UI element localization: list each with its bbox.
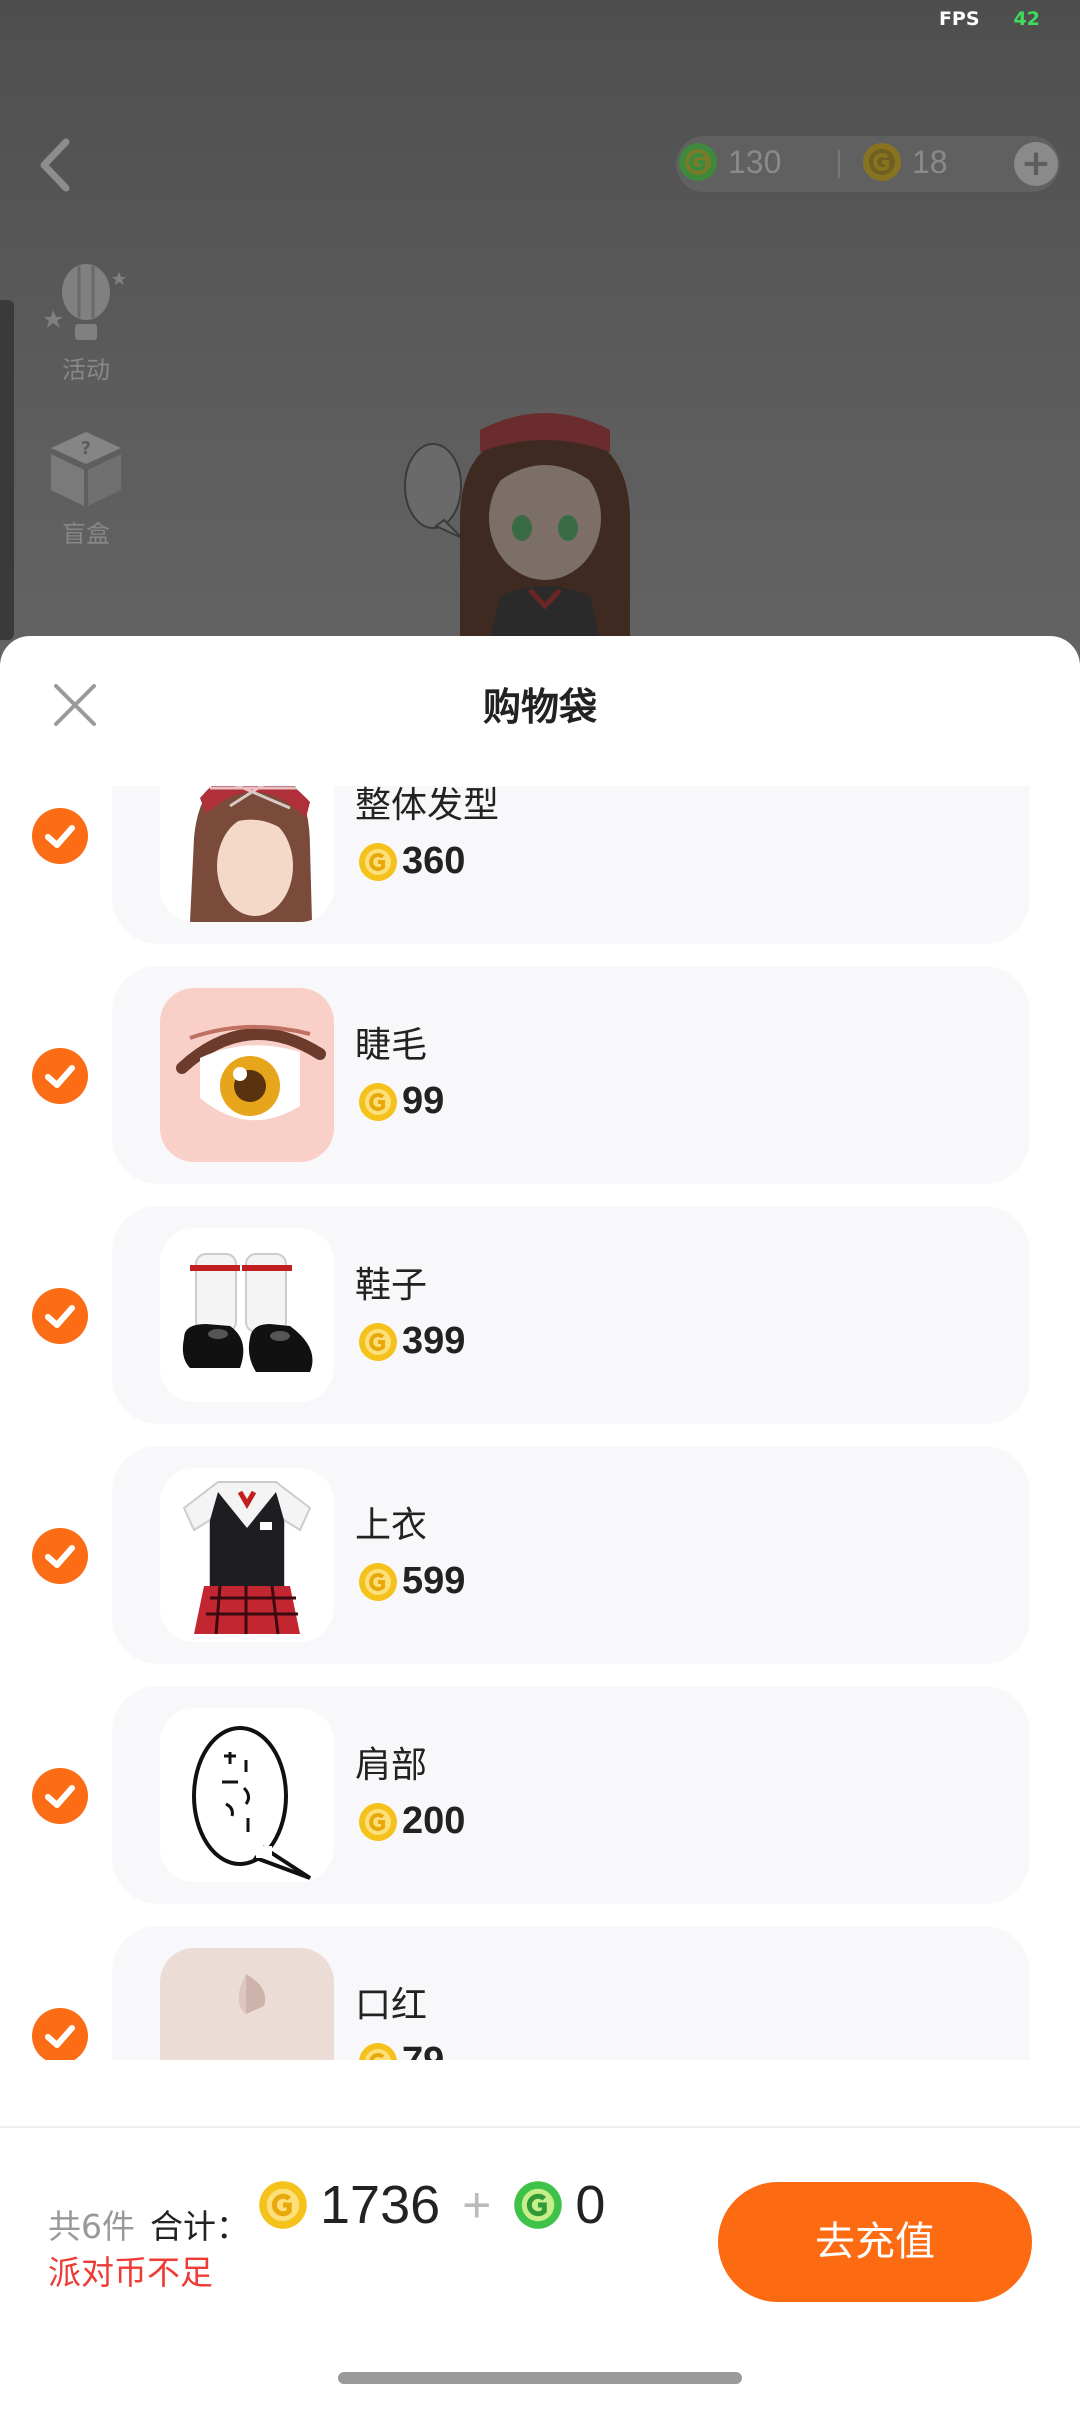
sheet-title: 购物袋 <box>482 685 597 729</box>
total-amount: 1736 + 0 <box>258 2174 605 2236</box>
item-checkbox[interactable] <box>32 1288 88 1344</box>
item-name: 口红 <box>355 1985 428 2026</box>
back-button[interactable] <box>30 130 80 200</box>
item-price-value: 200 <box>402 1800 466 1842</box>
gold-coin-balance: 18 <box>862 142 948 182</box>
item-count: 共6件 <box>48 2207 135 2246</box>
item-price: 599 <box>358 1560 465 1603</box>
home-indicator[interactable] <box>338 2372 742 2384</box>
item-price: 200 <box>358 1800 465 1843</box>
game-scene: FPS 42 130 18 + 活动 ? 盲盒 <box>0 0 1080 700</box>
item-name: 鞋子 <box>355 1265 428 1306</box>
gold-coin-icon <box>359 1802 397 1841</box>
item-price: 399 <box>358 1320 465 1363</box>
currency-divider <box>838 150 840 178</box>
item-thumbnail-top <box>160 1468 334 1642</box>
cart-item: 鞋子 399 <box>0 1206 1080 1424</box>
cart-item: 上衣 599 <box>0 1446 1080 1664</box>
green-coin-icon <box>514 2181 563 2229</box>
item-thumbnail-lipstick <box>160 1948 334 2060</box>
item-checkbox[interactable] <box>32 1528 88 1584</box>
item-name: 上衣 <box>355 1505 428 1546</box>
gold-coin-icon <box>259 2181 307 2229</box>
gold-coin-icon <box>359 1322 397 1361</box>
item-checkbox[interactable] <box>32 1048 88 1104</box>
fps-label: FPS <box>938 8 980 30</box>
sheet-header: 购物袋 <box>0 636 1080 786</box>
item-price: 79 <box>358 2040 444 2060</box>
recharge-button[interactable]: 去充值 <box>718 2182 1032 2302</box>
green-coin-icon <box>679 143 717 181</box>
gold-coin-icon <box>359 2042 397 2060</box>
check-icon <box>45 1545 75 1568</box>
cart-item: 肩部 200 <box>0 1686 1080 1904</box>
add-currency-button[interactable]: + <box>1014 142 1058 186</box>
item-checkbox[interactable] <box>32 1768 88 1824</box>
item-price-value: 79 <box>402 2040 444 2060</box>
gold-coin-icon <box>359 842 397 881</box>
cart-item: 口红 79 <box>0 1926 1080 2060</box>
item-price: 99 <box>358 1080 444 1123</box>
item-price: 360 <box>358 840 465 883</box>
item-checkbox[interactable] <box>32 2008 88 2060</box>
check-icon <box>45 1785 75 1808</box>
side-menu-blind-box-label: 盲盒 <box>62 520 110 548</box>
check-icon <box>45 2025 75 2048</box>
checkout-footer: 共6件 合计： 1736 + 0 派对币不足 去充值 <box>0 2126 1080 2412</box>
gold-total: 1736 <box>320 2175 441 2235</box>
side-menu-activity-label: 活动 <box>62 356 110 384</box>
item-thumbnail-eyelashes <box>160 988 334 1162</box>
cart-item: 整体发型 360 <box>0 786 1080 944</box>
gold-coin-icon <box>863 143 901 181</box>
green-total: 0 <box>575 2175 606 2235</box>
side-drawer-handle[interactable] <box>0 300 14 640</box>
chevron-left-icon <box>40 138 70 192</box>
balloon-icon <box>44 264 126 340</box>
svg-text:?: ? <box>81 438 91 459</box>
item-thumbnail-shoes <box>160 1228 334 1402</box>
shopping-bag-sheet: 购物袋 整体发型 360 睫毛 99 鞋子 399 上衣 599 肩部 200 … <box>0 636 1080 2412</box>
item-thumbnail-hairstyle <box>160 786 334 922</box>
check-icon <box>45 1305 75 1328</box>
item-price-value: 599 <box>402 1560 466 1602</box>
avatar-character <box>460 413 630 640</box>
blind-box-icon: ? <box>51 432 121 506</box>
green-coin-balance: 130 <box>678 142 781 182</box>
currency-bar: 130 18 + <box>676 136 1060 192</box>
gold-coin-icon <box>359 1562 397 1601</box>
green-coin-amount: 130 <box>728 143 782 180</box>
item-price-value: 360 <box>402 840 466 882</box>
item-price-value: 399 <box>402 1320 466 1362</box>
item-checkbox[interactable] <box>32 808 88 864</box>
fps-counter: FPS 42 <box>939 8 1040 30</box>
cart-item-list[interactable]: 整体发型 360 睫毛 99 鞋子 399 上衣 599 肩部 200 口红 <box>0 786 1080 2060</box>
insufficient-balance-warning: 派对币不足 <box>48 2253 213 2292</box>
item-thumbnail-shoulder <box>160 1708 334 1882</box>
item-price-value: 99 <box>402 1080 445 1122</box>
fps-value: 42 <box>1013 8 1040 30</box>
check-icon <box>45 1065 75 1088</box>
gold-coin-icon <box>359 1082 397 1121</box>
total-plus-sign: + <box>462 2177 492 2233</box>
item-name: 睫毛 <box>355 1025 428 1066</box>
cart-item: 睫毛 99 <box>0 966 1080 1184</box>
item-name: 肩部 <box>355 1745 428 1786</box>
check-icon <box>45 825 75 848</box>
side-menu-blind-box[interactable]: ? 盲盒 <box>36 424 136 549</box>
side-menu-activity[interactable]: 活动 <box>36 256 136 385</box>
gold-coin-amount: 18 <box>912 143 948 180</box>
item-name: 整体发型 <box>355 786 500 826</box>
total-label: 合计： <box>150 2207 249 2246</box>
